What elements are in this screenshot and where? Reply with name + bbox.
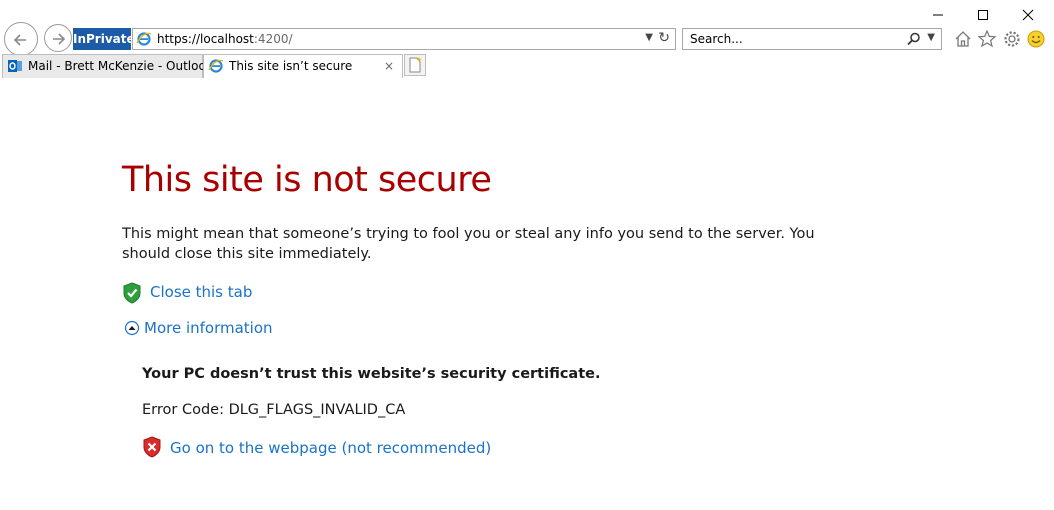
address-bar[interactable]: https://localhost:4200/ ▼ ↻ [132, 28, 676, 50]
home-icon[interactable] [953, 29, 973, 49]
ie-icon [208, 59, 224, 73]
search-input[interactable]: Search... [690, 32, 743, 46]
more-information-link[interactable]: More information [144, 319, 273, 337]
tab-label: This site isn’t secure [229, 59, 353, 73]
close-window-button[interactable] [1018, 6, 1038, 24]
tab-strip: Mail - Brett McKenzie - Outlook This sit… [0, 54, 1054, 78]
feedback-smiley-icon[interactable] [1026, 29, 1046, 49]
minimize-button[interactable] [928, 6, 948, 24]
ie-icon [136, 32, 152, 46]
new-tab-button[interactable] [404, 54, 426, 76]
search-icon[interactable] [907, 32, 921, 46]
close-tab-link[interactable]: Close this tab [150, 283, 252, 301]
error-code: Error Code: DLG_FLAGS_INVALID_CA [142, 402, 406, 418]
outlook-icon [8, 60, 22, 72]
search-dropdown-icon[interactable]: ▼ [927, 32, 935, 43]
refresh-icon[interactable]: ↻ [658, 30, 670, 46]
maximize-icon [978, 10, 988, 20]
new-tab-icon [409, 57, 422, 73]
back-button[interactable] [4, 22, 38, 56]
red-shield-x-icon [143, 436, 161, 458]
address-dropdown-icon[interactable]: ▼ [645, 32, 653, 43]
maximize-button[interactable] [973, 6, 993, 24]
search-box[interactable]: Search... ▼ [682, 28, 942, 50]
green-shield-check-icon [123, 282, 141, 304]
tab-mail-outlook[interactable]: Mail - Brett McKenzie - Outlook [2, 54, 213, 78]
go-on-to-webpage-link[interactable]: Go on to the webpage (not recommended) [170, 439, 491, 457]
back-arrow-icon [13, 34, 26, 46]
url-scheme: https:// [157, 32, 201, 46]
close-icon [1022, 9, 1034, 21]
page-description: This might mean that someone’s trying to… [122, 226, 815, 262]
forward-arrow-icon [53, 33, 66, 45]
page-title: This site is not secure [122, 160, 492, 200]
inprivate-badge[interactable]: InPrivate [73, 28, 135, 50]
tab-site-not-secure[interactable]: This site isn’t secure × [203, 54, 403, 78]
minimize-icon [933, 14, 943, 16]
gear-icon[interactable] [1002, 29, 1022, 49]
favorites-star-icon[interactable] [977, 29, 997, 49]
browser-chrome: InPrivate https://localhost:4200/ ▼ ↻ Se… [0, 0, 1054, 78]
certificate-message: Your PC doesn’t trust this website’s sec… [142, 366, 601, 382]
tab-close-icon[interactable]: × [384, 55, 394, 77]
error-page: This site is not secure This might mean … [0, 78, 1054, 510]
tab-label: Mail - Brett McKenzie - Outlook [28, 59, 213, 73]
forward-button[interactable] [44, 24, 72, 52]
collapse-up-circle-icon[interactable] [124, 320, 140, 336]
url-port-path: :4200/ [253, 32, 293, 46]
url-host: localhost [200, 32, 254, 46]
url-text[interactable]: https://localhost:4200/ [157, 32, 293, 46]
